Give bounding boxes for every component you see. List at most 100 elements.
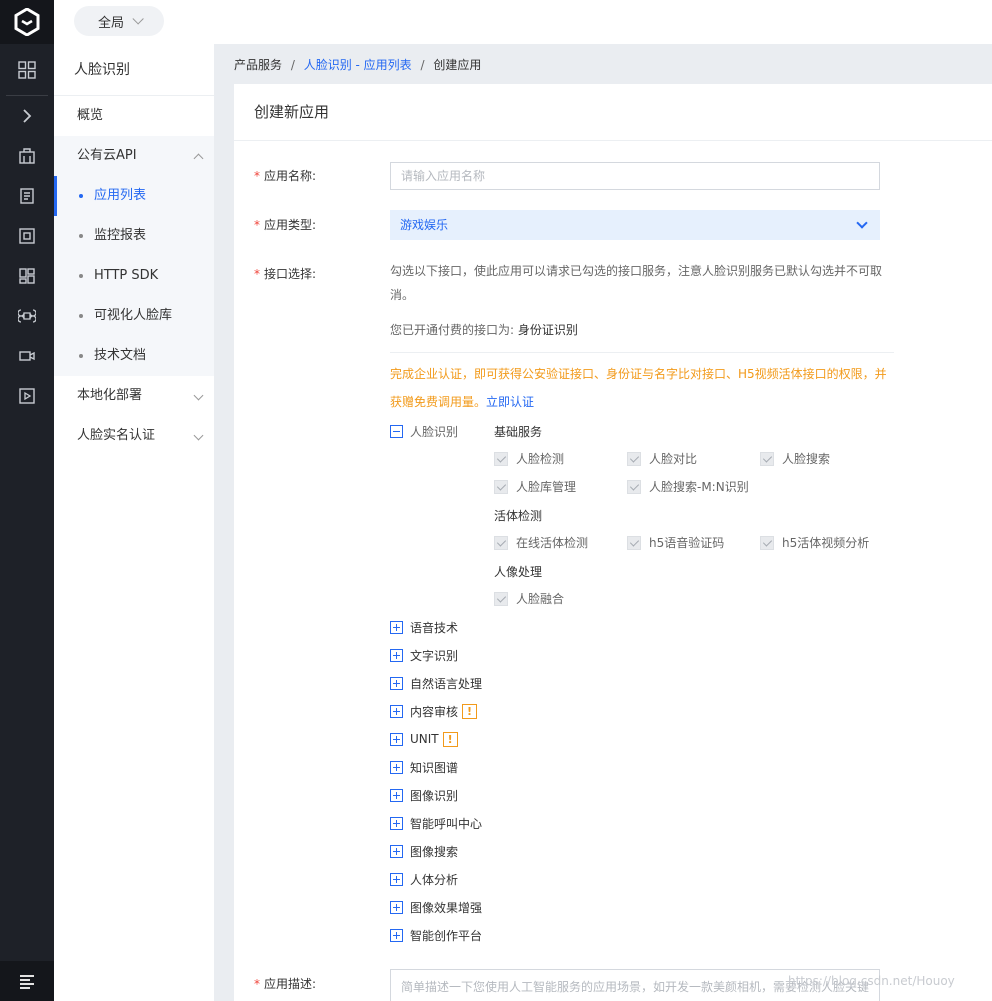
notice-text: 完成企业认证，即可获得公安验证接口、身份证与名字比对接口、H5视频活体接口的权限… bbox=[390, 367, 887, 409]
checkbox-label: 人脸融合 bbox=[516, 592, 565, 606]
tree-node-image-recognition[interactable]: 图像识别 bbox=[390, 786, 458, 804]
tree-node-label: 语音技术 bbox=[410, 620, 459, 635]
video-camera-icon[interactable] bbox=[0, 336, 54, 376]
bullet-icon bbox=[79, 274, 83, 278]
expand-plus-icon[interactable] bbox=[390, 900, 403, 914]
chevron-down-icon bbox=[193, 430, 204, 441]
checkbox-icon bbox=[494, 535, 508, 550]
tree-node-label: 自然语言处理 bbox=[410, 676, 483, 691]
verify-now-link[interactable]: 立即认证 bbox=[486, 395, 534, 409]
app-name-input[interactable]: 请输入应用名称 bbox=[390, 162, 880, 190]
command-icon[interactable] bbox=[0, 296, 54, 336]
play-icon[interactable] bbox=[0, 376, 54, 416]
menu-list-icon[interactable] bbox=[0, 961, 54, 1001]
opened-prefix: 您已开通付费的接口为: bbox=[390, 323, 515, 337]
expand-plus-icon[interactable] bbox=[390, 928, 403, 942]
expand-plus-icon[interactable] bbox=[390, 760, 403, 774]
page-title: 创建新应用 bbox=[234, 84, 992, 141]
expand-plus-icon[interactable] bbox=[390, 704, 403, 718]
chevron-up-icon bbox=[193, 153, 204, 164]
checkbox-icon bbox=[494, 479, 508, 494]
sidebar-item-realname[interactable]: 人脸实名认证 bbox=[54, 416, 214, 456]
checkbox-icon bbox=[494, 591, 508, 606]
tree-node-unit[interactable]: UNIT! bbox=[390, 730, 458, 748]
breadcrumb-root[interactable]: 产品服务 bbox=[234, 58, 282, 72]
bullet-icon bbox=[79, 354, 83, 358]
scope-label: 全局 bbox=[97, 15, 124, 31]
enterprise-auth-notice: 完成企业认证，即可获得公安验证接口、身份证与名字比对接口、H5视频活体接口的权限… bbox=[390, 360, 890, 416]
tree-node-creation-platform[interactable]: 智能创作平台 bbox=[390, 926, 482, 944]
checkbox-face-library: 人脸库管理 bbox=[494, 478, 576, 495]
expand-plus-icon[interactable] bbox=[390, 620, 403, 634]
checkbox-face-detect: 人脸检测 bbox=[494, 450, 564, 467]
logo-icon[interactable] bbox=[0, 0, 54, 44]
app-desc-label: * 应用描述: bbox=[254, 975, 316, 992]
global-nav-rail bbox=[0, 0, 54, 1001]
sidebar-subitem-monitor[interactable]: 监控报表 bbox=[54, 216, 214, 256]
app-type-select[interactable]: 游戏娱乐 bbox=[390, 210, 880, 240]
tree-node-nlp[interactable]: 自然语言处理 bbox=[390, 674, 482, 692]
tree-node-speech[interactable]: 语音技术 bbox=[390, 618, 458, 636]
tree-node-call-center[interactable]: 智能呼叫中心 bbox=[390, 814, 482, 832]
sidebar-item-label: 可视化人脸库 bbox=[94, 308, 173, 323]
sidebar-item-label: 应用列表 bbox=[94, 188, 147, 203]
tree-node-label: UNIT bbox=[410, 732, 439, 746]
sidebar-subitem-face-library[interactable]: 可视化人脸库 bbox=[54, 296, 214, 336]
api-select-label: * 接口选择: bbox=[254, 265, 316, 282]
tree-node-label: 图像搜索 bbox=[410, 844, 459, 859]
expand-plus-icon[interactable] bbox=[390, 648, 403, 662]
scope-dropdown[interactable]: 全局 bbox=[74, 6, 164, 36]
tree-node-content-review[interactable]: 内容审核! bbox=[390, 702, 478, 720]
expand-plus-icon[interactable] bbox=[390, 676, 403, 690]
collapse-minus-icon[interactable] bbox=[390, 424, 403, 438]
checkbox-face-search: 人脸搜索 bbox=[760, 450, 830, 467]
api-help-text: 勾选以下接口，使此应用可以请求已勾选的接口服务，注意人脸识别服务已默认勾选并不可… bbox=[390, 264, 883, 302]
apps-grid-icon[interactable] bbox=[0, 50, 54, 90]
building-icon[interactable] bbox=[0, 136, 54, 176]
dashboard-icon[interactable] bbox=[0, 256, 54, 296]
sidebar-subitem-docs[interactable]: 技术文档 bbox=[54, 336, 214, 376]
checkbox-face-merge: 人脸融合 bbox=[494, 590, 564, 607]
checkbox-label: 人脸检测 bbox=[516, 452, 565, 466]
checkbox-icon bbox=[494, 451, 508, 466]
tree-node-image-search[interactable]: 图像搜索 bbox=[390, 842, 458, 860]
tree-node-body-analysis[interactable]: 人体分析 bbox=[390, 870, 458, 888]
sidebar-subitem-app-list[interactable]: 应用列表 bbox=[54, 176, 214, 216]
checkbox-icon bbox=[760, 535, 774, 550]
expand-chevron-icon[interactable] bbox=[0, 96, 54, 136]
checkbox-face-search-mn: 人脸搜索-M:N识别 bbox=[627, 478, 749, 495]
sidebar-item-public-api[interactable]: 公有云API bbox=[54, 136, 214, 176]
sidebar-item-label: 技术文档 bbox=[94, 348, 147, 363]
checkbox-label: h5活体视频分析 bbox=[782, 536, 870, 550]
breadcrumb-current: 创建应用 bbox=[433, 58, 482, 72]
checkbox-label: 在线活体检测 bbox=[516, 536, 589, 550]
tree-node-knowledge-graph[interactable]: 知识图谱 bbox=[390, 758, 458, 776]
checkbox-h5-voice-code: h5语音验证码 bbox=[627, 534, 724, 551]
expand-plus-icon[interactable] bbox=[390, 872, 403, 886]
tree-node-image-enhance[interactable]: 图像效果增强 bbox=[390, 898, 482, 916]
tree-node-label: 知识图谱 bbox=[410, 760, 459, 775]
face-scan-icon[interactable] bbox=[0, 216, 54, 256]
checkbox-face-compare: 人脸对比 bbox=[627, 450, 697, 467]
warning-icon: ! bbox=[442, 731, 458, 747]
sidebar-subitem-http-sdk[interactable]: HTTP SDK bbox=[54, 256, 214, 296]
expand-plus-icon[interactable] bbox=[390, 844, 403, 858]
tree-node-face[interactable]: 人脸识别 bbox=[390, 422, 458, 440]
opened-value: 身份证识别 bbox=[517, 323, 578, 337]
checkbox-online-liveness: 在线活体检测 bbox=[494, 534, 588, 551]
label-text: 应用名称: bbox=[264, 169, 317, 183]
bullet-icon bbox=[79, 314, 83, 318]
tree-node-label: 文字识别 bbox=[410, 648, 459, 663]
tree-node-ocr[interactable]: 文字识别 bbox=[390, 646, 458, 664]
tree-node-label: 人脸识别 bbox=[410, 424, 459, 439]
expand-plus-icon[interactable] bbox=[390, 732, 403, 746]
document-icon[interactable] bbox=[0, 176, 54, 216]
checkbox-label: h5语音验证码 bbox=[649, 536, 725, 550]
expand-plus-icon[interactable] bbox=[390, 788, 403, 802]
checkbox-label: 人脸对比 bbox=[649, 452, 698, 466]
sidebar-item-overview[interactable]: 概览 bbox=[54, 96, 214, 136]
opened-api-text: 您已开通付费的接口为: 身份证识别 bbox=[390, 321, 578, 338]
expand-plus-icon[interactable] bbox=[390, 816, 403, 830]
breadcrumb-app-list-link[interactable]: 人脸识别 - 应用列表 bbox=[304, 58, 412, 72]
sidebar-item-local-deploy[interactable]: 本地化部署 bbox=[54, 376, 214, 416]
